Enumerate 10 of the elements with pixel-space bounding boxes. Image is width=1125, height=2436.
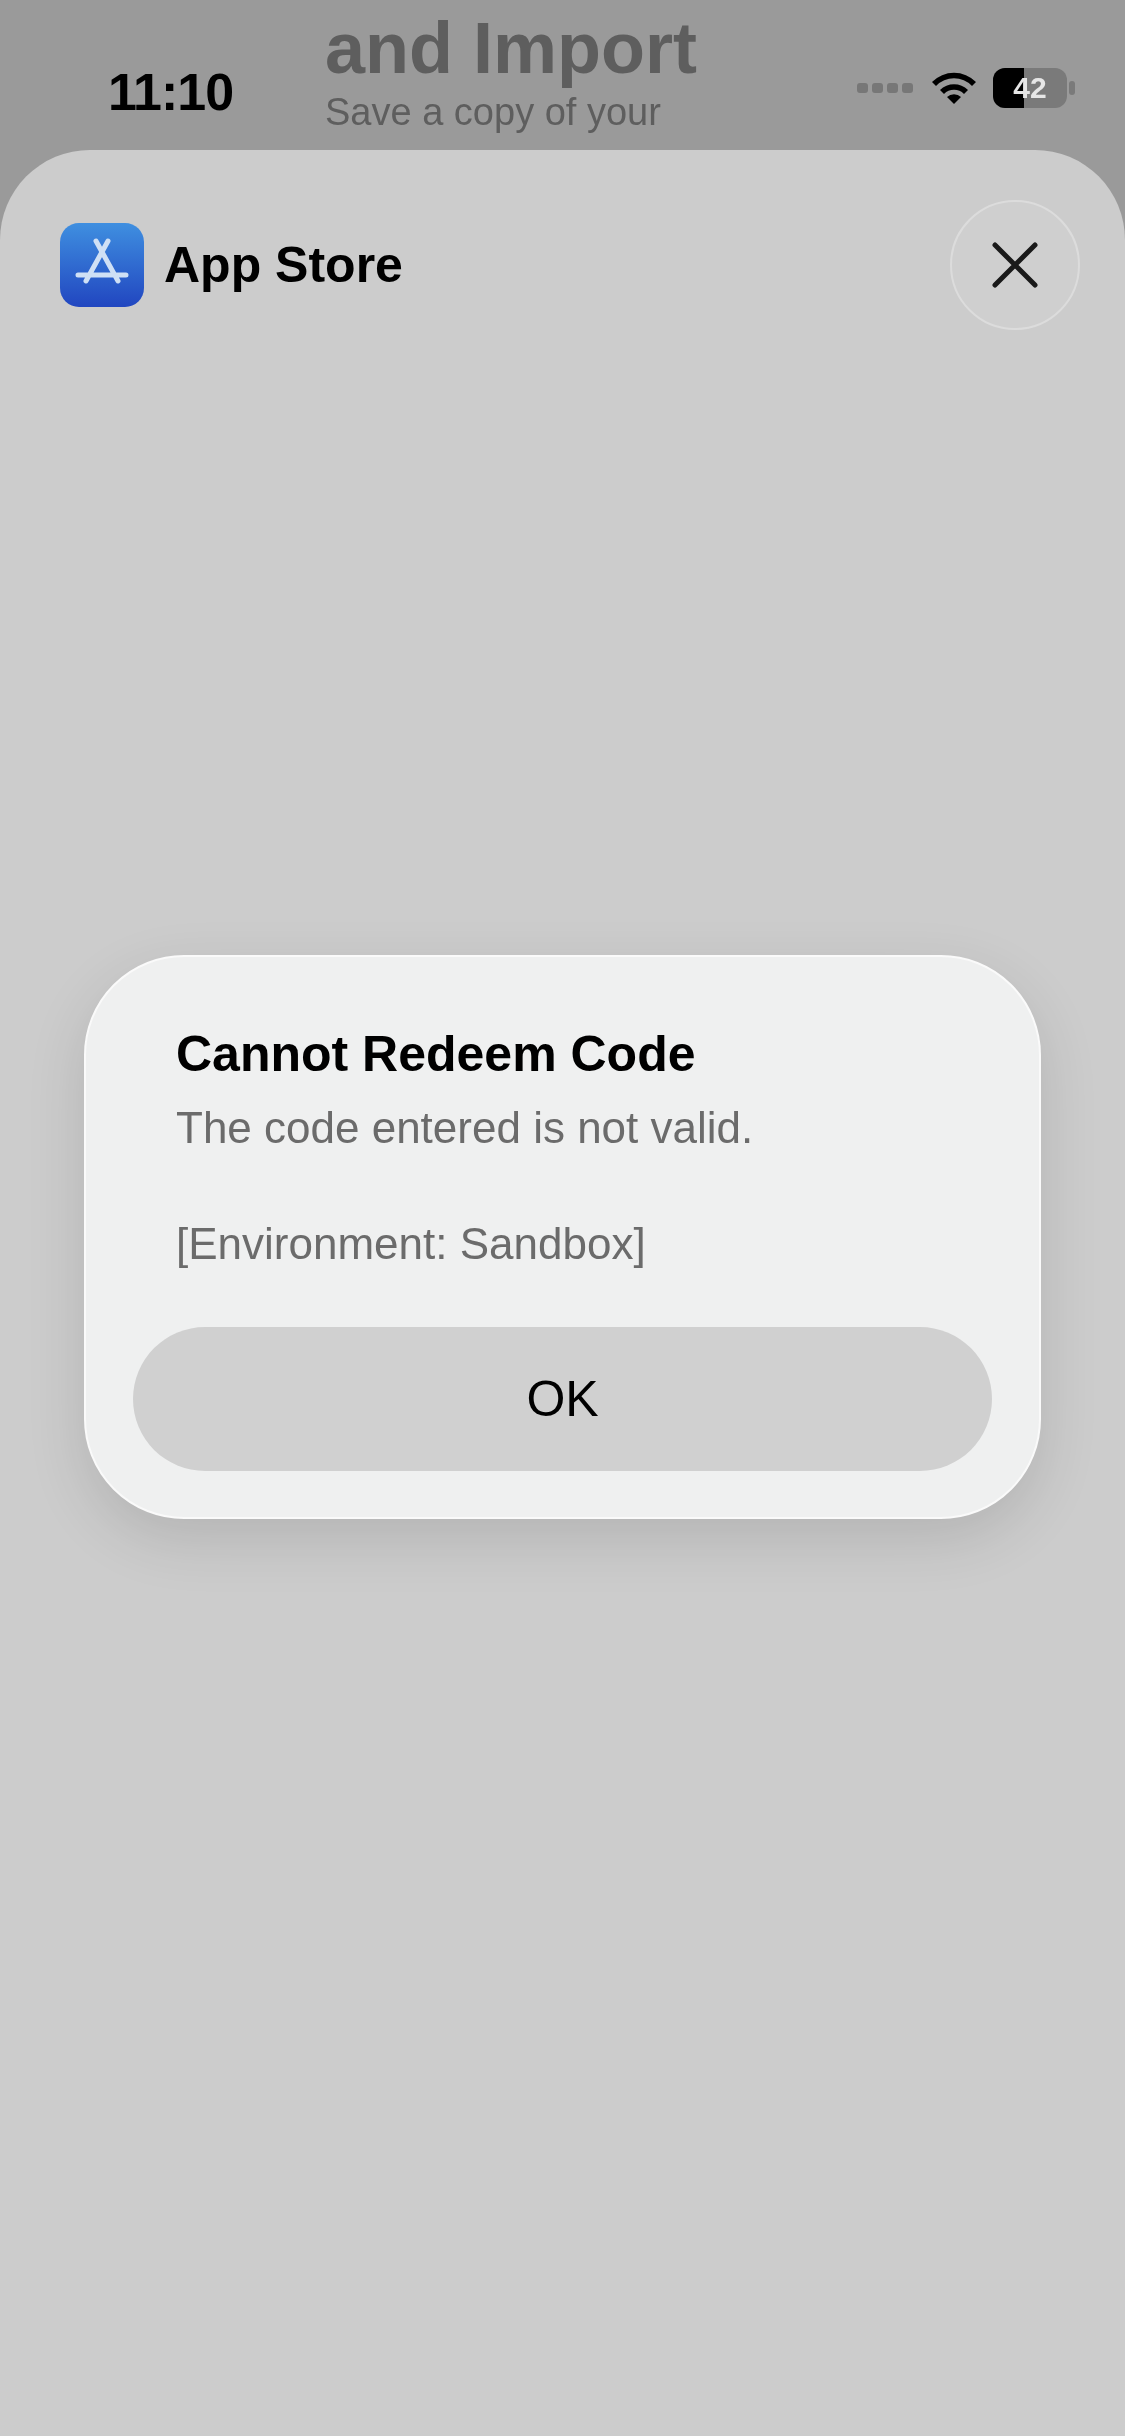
ok-button[interactable]: OK xyxy=(133,1327,992,1471)
background-subtitle: Save a copy of your xyxy=(325,90,662,134)
app-store-icon xyxy=(60,223,144,307)
no-signal-icon xyxy=(857,81,915,95)
alert-detail: [Environment: Sandbox] xyxy=(175,1219,647,1269)
alert-message: The code entered is not valid. xyxy=(175,1103,755,1153)
status-time: 11:10 xyxy=(108,62,234,122)
app-name: App Store xyxy=(164,236,403,294)
alert-title: Cannot Redeem Code xyxy=(175,1025,697,1083)
background-heading: and Import xyxy=(325,7,697,90)
